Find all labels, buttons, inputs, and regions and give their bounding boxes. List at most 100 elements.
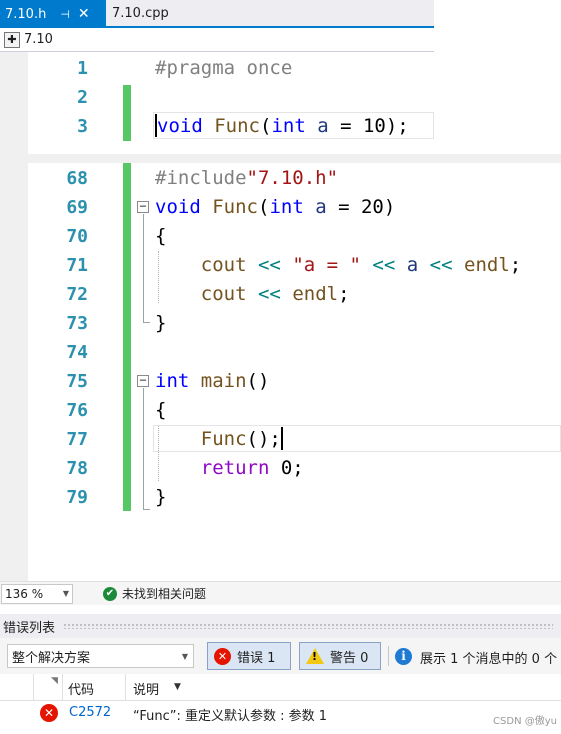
code-token: return [200,457,270,479]
messages-filter-label[interactable]: 展示 1 个消息中的 0 个 [420,648,557,667]
code-token: { [155,225,167,247]
code-line[interactable]: 3 void Func(int a = 10); [0,112,434,141]
code-text[interactable]: int main() [155,367,269,396]
code-line[interactable]: 2 [0,83,434,112]
line-number: 74 [66,342,88,363]
project-icon: ✚ [4,31,20,48]
code-text[interactable]: { [155,222,166,251]
info-icon[interactable]: i [395,648,412,665]
pin-icon[interactable]: ⊣ [60,8,70,21]
scope-select[interactable]: 整个解决方案 ▼ [7,644,194,668]
error-icon: ✕ [214,647,231,665]
issues-status[interactable]: 未找到相关问题 [122,585,206,602]
code-token: int [271,115,306,137]
chevron-down-icon[interactable]: ▼ [174,682,181,692]
code-text[interactable]: #pragma once [155,54,292,83]
warnings-filter-button[interactable]: ! 警告 0 [299,642,381,670]
code-token: #pragma once [155,57,293,79]
navigation-bar[interactable]: ✚ 7.10 [0,28,434,52]
code-line[interactable]: 78 return 0; [0,454,561,483]
code-token: #include [155,167,247,189]
toolbar-separator [388,646,389,666]
code-line[interactable]: 70 { [0,222,561,251]
code-line[interactable]: 74 [0,338,561,367]
editor-source-file[interactable]: − − 68 #include"7.10.h" 69 void Func(int a … [0,163,561,581]
tab-7-10-h[interactable]: 7.10.h ⊣ ✕ [0,0,106,28]
chevron-down-icon: ▼ [62,589,69,598]
code-token: } [155,312,167,334]
line-number: 75 [66,371,88,392]
code-token: endl [464,254,510,276]
column-divider [33,674,34,701]
code-line[interactable]: 72 cout << endl; [0,280,561,309]
code-text[interactable]: return 0; [155,454,304,483]
error-icon: ✕ [40,704,58,722]
code-token: ; [509,254,522,276]
scope-value: 整个解决方案 [12,650,91,666]
line-number: 73 [66,313,88,334]
chevron-down-icon: ▼ [181,651,188,661]
code-token: ( [259,115,272,137]
code-line[interactable]: 77 Func(); [0,425,561,454]
column-divider [62,674,63,701]
code-text[interactable]: Func(); [155,425,283,454]
code-line[interactable]: 75 int main() [0,367,561,396]
code-line[interactable]: 73} [0,309,561,338]
code-text[interactable]: { [155,396,166,425]
column-header-code[interactable]: 代码 [68,679,94,698]
code-token: { [155,399,167,421]
code-text[interactable]: cout << endl; [155,280,350,309]
line-number: 68 [66,168,88,189]
code-token: (); [246,428,281,450]
code-line[interactable]: 71 cout << "a = " << a << endl; [0,251,561,280]
editor-header-file[interactable]: 1 #pragma once 2 3 void Func(int a = 10); [0,52,434,154]
code-token: Func [212,196,258,218]
column-divider [125,674,126,701]
check-circle-icon: ✔ [103,586,117,601]
warning-icon: ! [306,648,324,664]
tab-7-10-cpp[interactable]: 7.10.cpp [106,0,434,26]
code-token: 0; [269,457,304,479]
error-list-toolbar: 整个解决方案 ▼ ✕ 错误 1 ! 警告 0 i 展示 1 个消息中的 0 个 [0,638,561,674]
code-line[interactable]: 1 #pragma once [0,54,434,83]
code-text[interactable]: void Func(int a = 10); [155,112,409,141]
code-line[interactable]: 79} [0,483,561,512]
code-token: cout [155,283,247,305]
code-token: int [155,370,190,392]
code-line[interactable]: 68 #include"7.10.h" [0,164,561,193]
code-line[interactable]: 76 { [0,396,561,425]
code-text[interactable]: void Func(int a = 20) [155,193,395,222]
code-token: } [155,486,167,508]
line-number: 77 [66,429,88,450]
code-text[interactable]: } [155,309,166,338]
code-token: a [315,196,327,218]
close-icon[interactable]: ✕ [78,6,90,22]
line-number: 72 [66,284,88,305]
column-header-description[interactable]: 说明 [133,679,159,698]
zoom-select[interactable]: 136 % ▼ [1,583,73,604]
errors-filter-button[interactable]: ✕ 错误 1 [207,642,291,670]
code-token: "a = " [292,254,361,276]
code-token: ( [257,196,270,218]
tab-label: 7.10.h [5,6,47,22]
code-token: int [269,196,304,218]
error-code-link[interactable]: C2572 [69,705,111,720]
code-token: cout [155,254,247,276]
code-text[interactable]: cout << "a = " << a << endl; [155,251,521,280]
tab-label: 7.10.cpp [112,5,169,21]
code-token: void [155,196,201,218]
drag-grip[interactable] [63,623,553,629]
error-row[interactable]: ✕ C2572 “Func”: 重定义默认参数 : 参数 1 [0,701,561,727]
code-line[interactable]: 69 void Func(int a = 20) [0,193,561,222]
code-token: "7.10.h" [246,167,339,189]
code-text[interactable]: } [155,483,166,512]
code-text[interactable]: #include"7.10.h" [155,164,338,193]
error-list-title-bar: 错误列表 [0,614,561,638]
errors-filter-label: 错误 1 [237,650,276,666]
code-token: () [246,370,270,392]
